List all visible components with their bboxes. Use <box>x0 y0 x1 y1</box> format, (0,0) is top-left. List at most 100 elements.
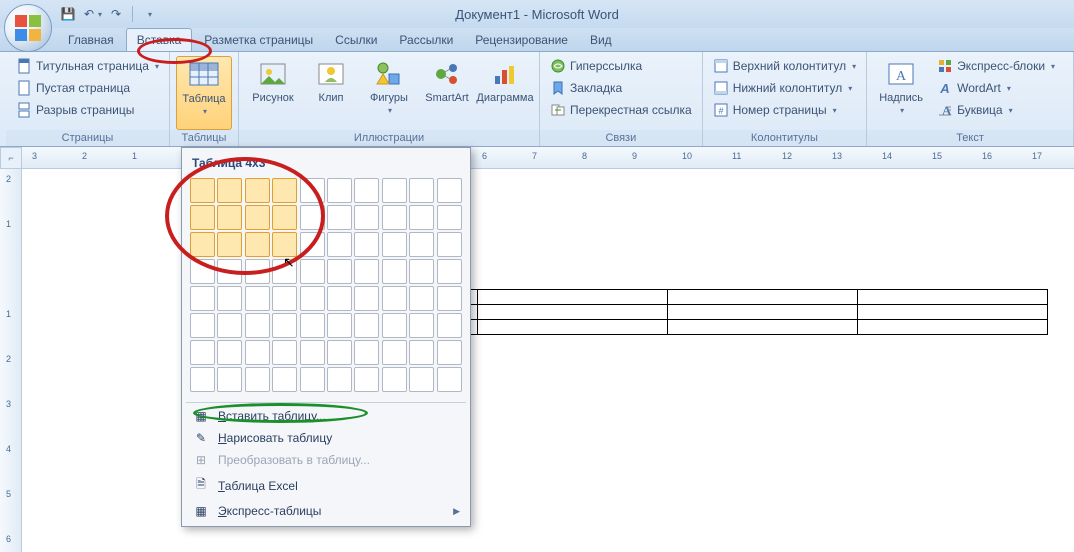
text-items-item-2[interactable]: AБуквица▾ <box>933 100 1059 120</box>
tab-3[interactable]: Ссылки <box>325 29 387 51</box>
grid-cell-2-1[interactable] <box>217 232 242 257</box>
grid-cell-6-5[interactable] <box>327 340 352 365</box>
grid-cell-3-6[interactable] <box>354 259 379 284</box>
grid-cell-3-4[interactable] <box>300 259 325 284</box>
tab-4[interactable]: Рассылки <box>389 29 463 51</box>
pages-items-item-1[interactable]: Пустая страница <box>12 78 163 98</box>
grid-cell-3-7[interactable] <box>382 259 407 284</box>
grid-cell-3-3[interactable] <box>272 259 297 284</box>
grid-cell-6-6[interactable] <box>354 340 379 365</box>
grid-cell-2-0[interactable] <box>190 232 215 257</box>
grid-cell-4-4[interactable] <box>300 286 325 311</box>
ruler-corner[interactable]: ⌐ <box>0 147 22 169</box>
illus-3[interactable]: SmartArt <box>419 56 475 130</box>
grid-cell-2-4[interactable] <box>300 232 325 257</box>
grid-cell-4-5[interactable] <box>327 286 352 311</box>
grid-cell-2-5[interactable] <box>327 232 352 257</box>
page[interactable] <box>22 169 1074 552</box>
grid-cell-0-9[interactable] <box>437 178 462 203</box>
illus-0[interactable]: Рисунок <box>245 56 301 130</box>
grid-cell-3-8[interactable] <box>409 259 434 284</box>
menu-item-4[interactable]: ▦Экспресс-таблицы▶ <box>186 500 466 522</box>
grid-cell-4-8[interactable] <box>409 286 434 311</box>
grid-cell-4-1[interactable] <box>217 286 242 311</box>
grid-cell-1-0[interactable] <box>190 205 215 230</box>
grid-cell-1-7[interactable] <box>382 205 407 230</box>
grid-cell-3-0[interactable] <box>190 259 215 284</box>
doc-cell[interactable] <box>478 290 668 305</box>
tab-6[interactable]: Вид <box>580 29 622 51</box>
horizontal-ruler[interactable]: 3211234567891011121314151617 <box>22 147 1074 169</box>
grid-cell-4-6[interactable] <box>354 286 379 311</box>
tab-1[interactable]: Вставка <box>126 28 193 51</box>
hf-items-item-1[interactable]: Нижний колонтитул▾ <box>709 78 860 98</box>
grid-cell-2-9[interactable] <box>437 232 462 257</box>
grid-cell-0-5[interactable] <box>327 178 352 203</box>
links-items-item-2[interactable]: Перекрестная ссылка <box>546 100 696 120</box>
grid-cell-7-1[interactable] <box>217 367 242 392</box>
menu-item-3[interactable]: 🗎Таблица Excel <box>186 471 466 500</box>
pages-items-item-0[interactable]: Титульная страница▾ <box>12 56 163 76</box>
textbox-button[interactable]: A Надпись▾ <box>873 56 929 130</box>
grid-cell-3-9[interactable] <box>437 259 462 284</box>
grid-cell-7-2[interactable] <box>245 367 270 392</box>
grid-cell-7-4[interactable] <box>300 367 325 392</box>
undo-button[interactable]: ↶▾ <box>82 4 102 24</box>
grid-cell-3-5[interactable] <box>327 259 352 284</box>
grid-cell-4-0[interactable] <box>190 286 215 311</box>
grid-cell-0-1[interactable] <box>217 178 242 203</box>
grid-cell-5-3[interactable] <box>272 313 297 338</box>
grid-cell-0-2[interactable] <box>245 178 270 203</box>
grid-cell-4-7[interactable] <box>382 286 407 311</box>
doc-cell[interactable] <box>668 320 858 335</box>
hf-items-item-2[interactable]: #Номер страницы▾ <box>709 100 860 120</box>
grid-cell-6-7[interactable] <box>382 340 407 365</box>
links-items-item-0[interactable]: Гиперссылка <box>546 56 696 76</box>
tab-5[interactable]: Рецензирование <box>465 29 578 51</box>
grid-cell-5-8[interactable] <box>409 313 434 338</box>
menu-item-1[interactable]: ✎Нарисовать таблицу <box>186 427 466 449</box>
grid-cell-7-0[interactable] <box>190 367 215 392</box>
grid-cell-7-9[interactable] <box>437 367 462 392</box>
grid-cell-2-6[interactable] <box>354 232 379 257</box>
grid-cell-7-6[interactable] <box>354 367 379 392</box>
save-button[interactable]: 💾 <box>58 4 78 24</box>
grid-cell-1-4[interactable] <box>300 205 325 230</box>
grid-cell-0-3[interactable] <box>272 178 297 203</box>
grid-cell-6-3[interactable] <box>272 340 297 365</box>
grid-cell-0-4[interactable] <box>300 178 325 203</box>
grid-cell-6-9[interactable] <box>437 340 462 365</box>
grid-cell-2-8[interactable] <box>409 232 434 257</box>
doc-cell[interactable] <box>858 320 1048 335</box>
grid-cell-5-2[interactable] <box>245 313 270 338</box>
grid-cell-2-2[interactable] <box>245 232 270 257</box>
hf-items-item-0[interactable]: Верхний колонтитул▾ <box>709 56 860 76</box>
grid-cell-4-9[interactable] <box>437 286 462 311</box>
grid-cell-7-5[interactable] <box>327 367 352 392</box>
illus-1[interactable]: Клип <box>303 56 359 130</box>
tab-0[interactable]: Главная <box>58 29 124 51</box>
grid-cell-1-8[interactable] <box>409 205 434 230</box>
grid-cell-0-8[interactable] <box>409 178 434 203</box>
links-items-item-1[interactable]: Закладка <box>546 78 696 98</box>
grid-cell-5-0[interactable] <box>190 313 215 338</box>
grid-cell-5-7[interactable] <box>382 313 407 338</box>
grid-cell-7-3[interactable] <box>272 367 297 392</box>
grid-cell-6-1[interactable] <box>217 340 242 365</box>
grid-cell-0-0[interactable] <box>190 178 215 203</box>
vertical-ruler[interactable]: 21123456 <box>0 169 22 552</box>
grid-cell-0-6[interactable] <box>354 178 379 203</box>
grid-cell-6-8[interactable] <box>409 340 434 365</box>
text-items-item-0[interactable]: Экспресс-блоки▾ <box>933 56 1059 76</box>
grid-cell-6-0[interactable] <box>190 340 215 365</box>
text-items-item-1[interactable]: AWordArt▾ <box>933 78 1059 98</box>
grid-cell-5-9[interactable] <box>437 313 462 338</box>
grid-cell-5-6[interactable] <box>354 313 379 338</box>
grid-cell-2-7[interactable] <box>382 232 407 257</box>
grid-cell-1-1[interactable] <box>217 205 242 230</box>
doc-cell[interactable] <box>478 305 668 320</box>
grid-cell-1-6[interactable] <box>354 205 379 230</box>
grid-cell-1-9[interactable] <box>437 205 462 230</box>
grid-cell-5-4[interactable] <box>300 313 325 338</box>
tab-2[interactable]: Разметка страницы <box>194 29 323 51</box>
